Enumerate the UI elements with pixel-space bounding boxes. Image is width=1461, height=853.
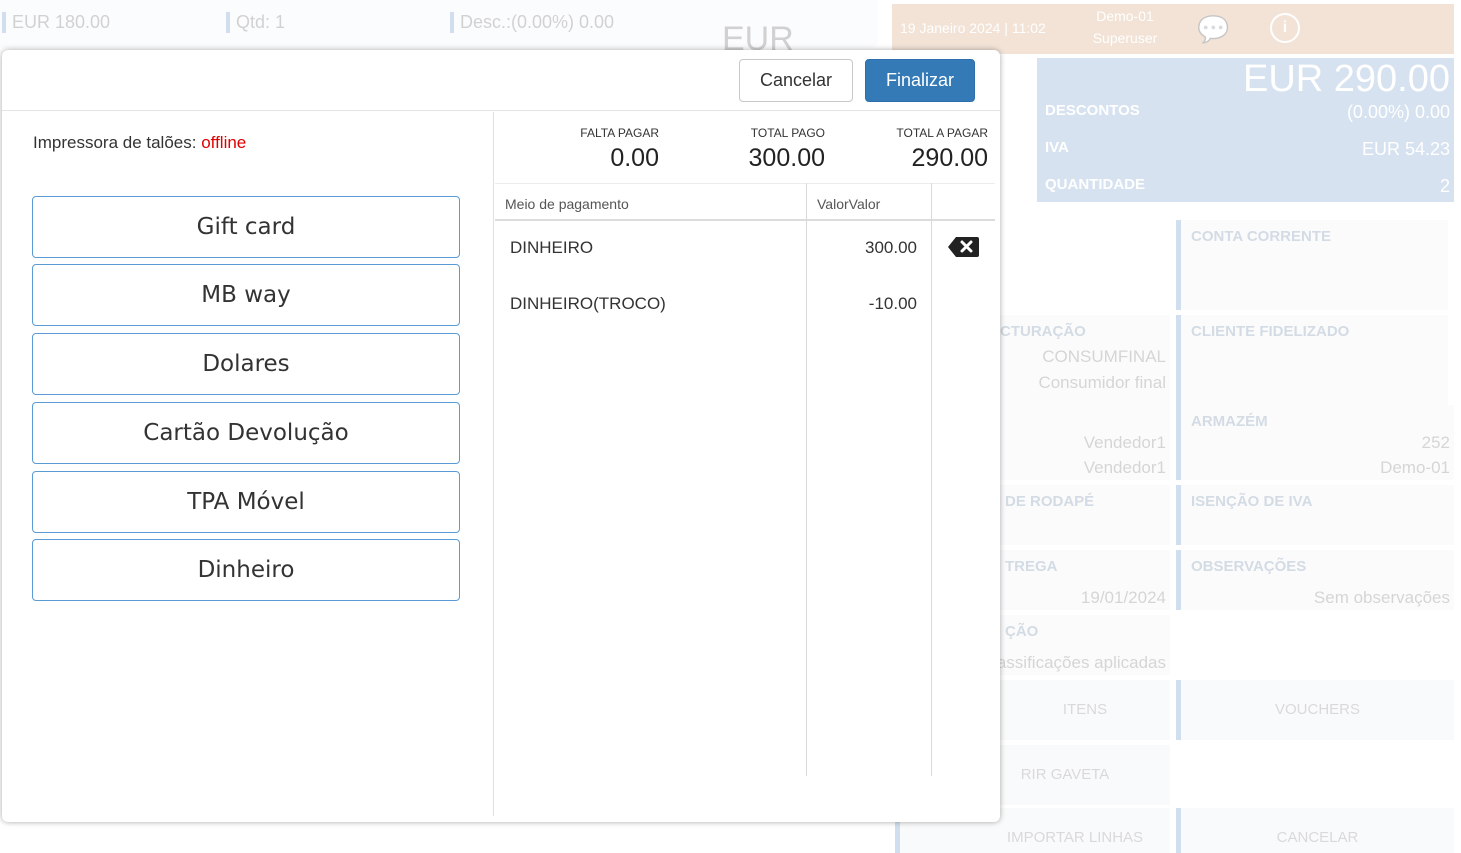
bg-cell-title: CTURAÇÃO: [1000, 323, 1086, 340]
bg-cell-value: Sem observações: [1313, 588, 1450, 607]
finish-button[interactable]: Finalizar: [865, 59, 975, 102]
bg-cell-value: CONSUMFINAL: [1042, 347, 1166, 366]
total-a-pagar: TOTAL A PAGAR 290.00: [870, 126, 988, 173]
total-a-pagar-value: 290.00: [911, 144, 988, 172]
bg-cell-title: ARMAZÉM: [1191, 413, 1268, 430]
bg-iva-label: IVA: [1045, 139, 1069, 156]
total-a-pagar-label: TOTAL A PAGAR: [896, 126, 988, 140]
bg-line-qty: Qtd: 1: [226, 12, 285, 33]
total-falta-pagar: FALTA PAGAR 0.00: [555, 126, 659, 173]
bg-btn-label: RIR GAVETA: [1020, 766, 1110, 783]
chat-icon: 💬: [1197, 14, 1230, 44]
column-header-method: Meio de pagamento: [505, 196, 629, 212]
payment-methods-panel: Impressora de talões: offline Gift card …: [2, 112, 494, 816]
bg-cell-value: Vendedor1: [1083, 458, 1166, 477]
payment-method-cartao-devolucao[interactable]: Cartão Devolução: [32, 402, 460, 464]
bg-summary-panel: EUR 290.00 DESCONTOS (0.00%) 0.00 IVA EUR …: [1037, 58, 1454, 202]
bg-header-user-block: Demo-01 Superuser: [1090, 8, 1160, 46]
payment-method-tpa-movel[interactable]: TPA Móvel: [32, 471, 460, 533]
bg-cell-armazem: ARMAZÉM 252 Demo-01: [1176, 405, 1454, 480]
bg-cell-value: assificações aplicadas: [996, 653, 1166, 672]
bg-cell-isencao: ISENÇÃO DE IVA: [1176, 485, 1454, 545]
bg-summary-iva: IVA EUR 54.23: [1045, 139, 1450, 159]
bg-cell-value: Vendedor1: [1083, 433, 1166, 452]
bg-cell-value: Consumidor final: [1038, 373, 1166, 392]
bg-summary-descontos: DESCONTOS (0.00%) 0.00: [1045, 102, 1450, 122]
bg-cell-title: CLIENTE FIDELIZADO: [1191, 323, 1350, 340]
bg-descontos-label: DESCONTOS: [1045, 102, 1140, 119]
bg-btn-vouchers: VOUCHERS: [1176, 680, 1454, 740]
payment-row-method: DINHEIRO: [510, 238, 594, 257]
delete-payment-icon[interactable]: [947, 236, 979, 258]
bg-line-item: EUR 180.00 Qtd: 1 Desc.:(0.00%) 0.00: [0, 0, 878, 48]
bg-summary-quantidade: QUANTIDADE 2: [1045, 176, 1450, 196]
payment-row: DINHEIRO(TROCO) -10.00: [495, 278, 995, 334]
printer-status-value: offline: [201, 133, 247, 152]
modal-header: Cancelar Finalizar: [2, 50, 1000, 111]
bg-btn-label: ITENS: [1062, 701, 1108, 718]
bg-header-bar: 19 Janeiro 2024 | 11:02 Demo-01 Superuse…: [892, 4, 1454, 54]
printer-status: Impressora de talões: offline: [33, 133, 246, 153]
payment-method-dinheiro[interactable]: Dinheiro: [32, 539, 460, 601]
bg-cell-value: 19/01/2024: [1080, 588, 1166, 607]
bg-summary-total: EUR 290.00: [1242, 58, 1450, 100]
falta-pagar-value: 0.00: [610, 144, 659, 172]
bg-cell-title: TREGA: [1005, 558, 1058, 575]
column-header-value: ValorValor: [817, 196, 881, 212]
falta-pagar-label: FALTA PAGAR: [580, 126, 659, 140]
bg-cell-cliente: CLIENTE FIDELIZADO: [1176, 315, 1448, 405]
bg-header-user: Superuser: [1092, 30, 1158, 46]
payments-grid-header: Meio de pagamento ValorValor: [495, 183, 995, 221]
total-pago: TOTAL PAGO 300.00: [715, 126, 825, 173]
bg-btn-cancelar: CANCELAR: [1176, 808, 1454, 853]
bg-cell-value: 252: [1421, 433, 1450, 452]
bg-iva-value: EUR 54.23: [1361, 139, 1450, 159]
bg-cell-value: Demo-01: [1380, 458, 1450, 477]
bg-quantidade-label: QUANTIDADE: [1045, 176, 1145, 193]
bg-cell-conta-corrente: CONTA CORRENTE: [1176, 220, 1448, 310]
payment-row: DINHEIRO 300.00: [495, 222, 995, 278]
bg-cell-title: DE RODAPÉ: [1005, 493, 1095, 510]
bg-cell-title: ISENÇÃO DE IVA: [1191, 493, 1313, 510]
bg-line-desc: Desc.:(0.00%) 0.00: [450, 12, 614, 33]
bg-btn-label: IMPORTAR LINHAS: [1006, 829, 1144, 846]
cancel-button[interactable]: Cancelar: [739, 59, 853, 102]
payment-row-method: DINHEIRO(TROCO): [510, 294, 666, 313]
bg-cell-title: CONTA CORRENTE: [1191, 228, 1331, 245]
payment-method-gift-card[interactable]: Gift card: [32, 196, 460, 258]
bg-cell-title: ÇÃO: [1005, 623, 1039, 640]
total-pago-value: 300.00: [748, 144, 825, 172]
bg-cell-title: OBSERVAÇÕES: [1191, 558, 1307, 575]
info-icon: i: [1270, 13, 1300, 43]
bg-quantidade-value: 2: [1439, 176, 1450, 196]
payment-method-dolares[interactable]: Dolares: [32, 333, 460, 395]
total-pago-label: TOTAL PAGO: [750, 126, 825, 140]
bg-cell-observacoes: OBSERVAÇÕES Sem observações: [1176, 550, 1454, 610]
payment-row-amount: 300.00: [865, 238, 917, 257]
payment-row-amount: -10.00: [868, 294, 917, 313]
payment-method-mb-way[interactable]: MB way: [32, 264, 460, 326]
printer-label: Impressora de talões:: [33, 133, 197, 152]
bg-header-store: Demo-01: [1096, 8, 1154, 24]
payment-summary-panel: FALTA PAGAR 0.00 TOTAL PAGO 300.00 TOTAL…: [495, 112, 998, 816]
bg-descontos-value: (0.00%) 0.00: [1346, 102, 1450, 122]
bg-line-price: EUR 180.00: [2, 12, 110, 33]
payment-modal: Cancelar Finalizar Impressora de talões:…: [2, 50, 1000, 822]
bg-header-date: 19 Janeiro 2024 | 11:02: [900, 20, 1046, 36]
